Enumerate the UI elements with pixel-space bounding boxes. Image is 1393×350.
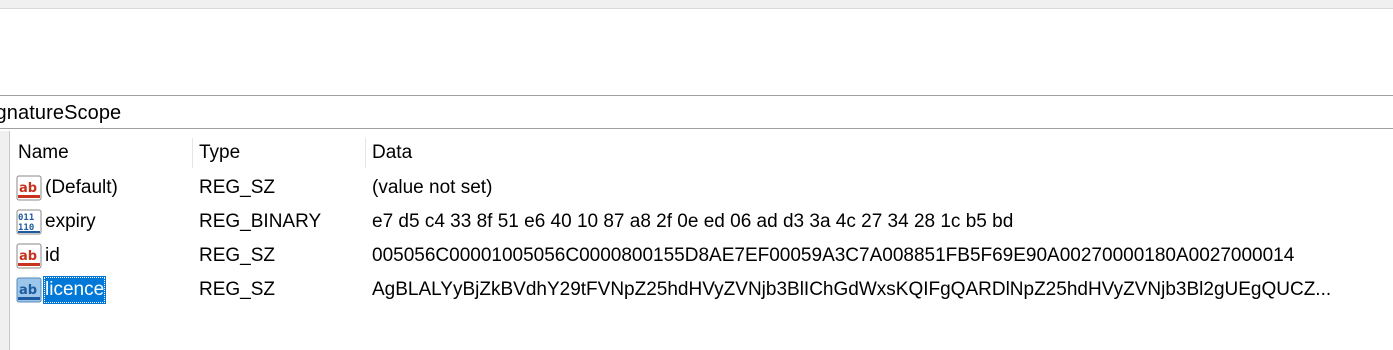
value-type: REG_SZ xyxy=(199,177,276,198)
column-type-header[interactable]: Type xyxy=(199,138,240,168)
svg-text:ab: ab xyxy=(19,181,37,196)
svg-text:ab: ab xyxy=(19,249,37,264)
binary-value-icon: 011 110 xyxy=(16,209,42,235)
value-data: e7 d5 c4 33 8f 51 e6 40 10 87 a8 2f 0e e… xyxy=(372,211,1014,232)
address-bar[interactable]: ignatureScope xyxy=(0,95,1393,129)
column-data-header[interactable]: Data xyxy=(372,138,412,168)
string-value-icon: ab xyxy=(16,277,42,303)
upper-pane xyxy=(0,9,1393,93)
value-row-licence[interactable]: ab licence REG_SZ AgBLALYyBjZkBVdhY29tFV… xyxy=(12,273,1393,307)
value-row-default[interactable]: ab (Default) REG_SZ (value not set) xyxy=(12,171,1393,205)
value-data: AgBLALYyBjZkBVdhY29tFVNpZ25hdHVyZVNjb3Bl… xyxy=(372,279,1332,300)
column-divider[interactable] xyxy=(192,138,193,168)
value-type: REG_SZ xyxy=(199,245,276,266)
registry-editor-window: ignatureScope Name Type Data ab (Default… xyxy=(0,0,1393,350)
value-name: (Default) xyxy=(45,177,118,198)
value-row-expiry[interactable]: 011 110 expiry REG_BINARY e7 d5 c4 33 8f… xyxy=(12,205,1393,239)
value-name: id xyxy=(45,245,60,266)
column-header: Name Type Data xyxy=(12,138,1393,168)
toolbar-strip xyxy=(0,0,1393,9)
pane-splitter[interactable] xyxy=(0,131,10,350)
value-name: licence xyxy=(43,276,107,304)
column-divider[interactable] xyxy=(365,138,366,168)
svg-text:ab: ab xyxy=(19,283,37,298)
svg-text:011: 011 xyxy=(18,213,34,223)
value-data: (value not set) xyxy=(372,177,493,198)
string-value-icon: ab xyxy=(16,175,42,201)
value-type: REG_SZ xyxy=(199,279,276,300)
value-data: 005056C00001005056C0000800155D8AE7EF0005… xyxy=(372,245,1295,266)
string-value-icon: ab xyxy=(16,243,42,269)
address-path[interactable]: ignatureScope xyxy=(0,102,121,125)
value-name: expiry xyxy=(45,211,96,232)
value-type: REG_BINARY xyxy=(199,211,322,232)
value-row-id[interactable]: ab id REG_SZ 005056C00001005056C00008001… xyxy=(12,239,1393,273)
column-name-header[interactable]: Name xyxy=(18,138,69,168)
